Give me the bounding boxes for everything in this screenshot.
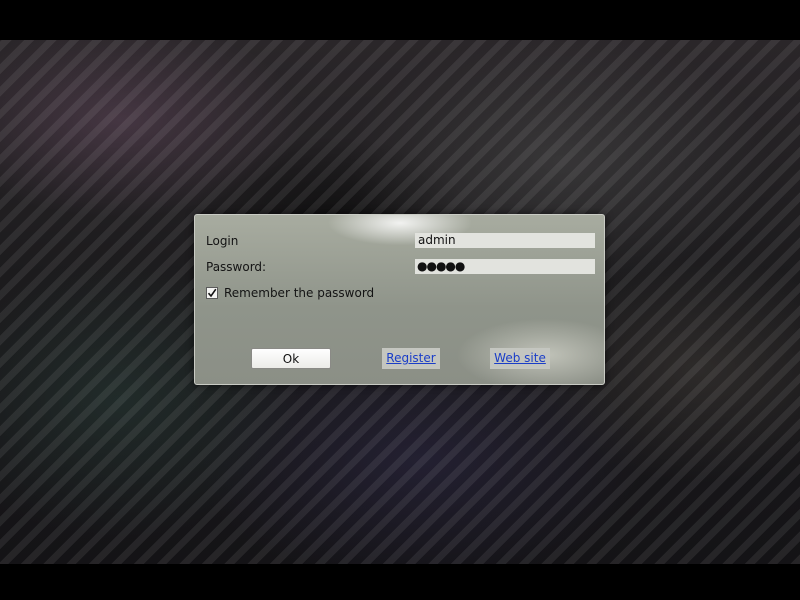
password-label: Password: <box>206 260 267 274</box>
register-link[interactable]: Register <box>382 348 440 369</box>
checkmark-icon <box>207 288 217 298</box>
ok-button[interactable]: Ok <box>251 348 331 369</box>
password-input[interactable]: ●●●●● <box>415 259 595 274</box>
remember-password-option[interactable]: Remember the password <box>206 286 374 300</box>
login-input[interactable] <box>415 233 595 248</box>
remember-password-label: Remember the password <box>224 286 375 300</box>
remember-password-checkbox[interactable] <box>206 287 218 299</box>
screen: Login Password: ●●●●● Remember the passw… <box>0 0 800 600</box>
login-label: Login <box>206 234 239 248</box>
website-link[interactable]: Web site <box>490 348 550 369</box>
login-dialog: Login Password: ●●●●● Remember the passw… <box>194 214 605 385</box>
letterbox-top <box>0 0 800 40</box>
letterbox-bottom <box>0 564 800 600</box>
